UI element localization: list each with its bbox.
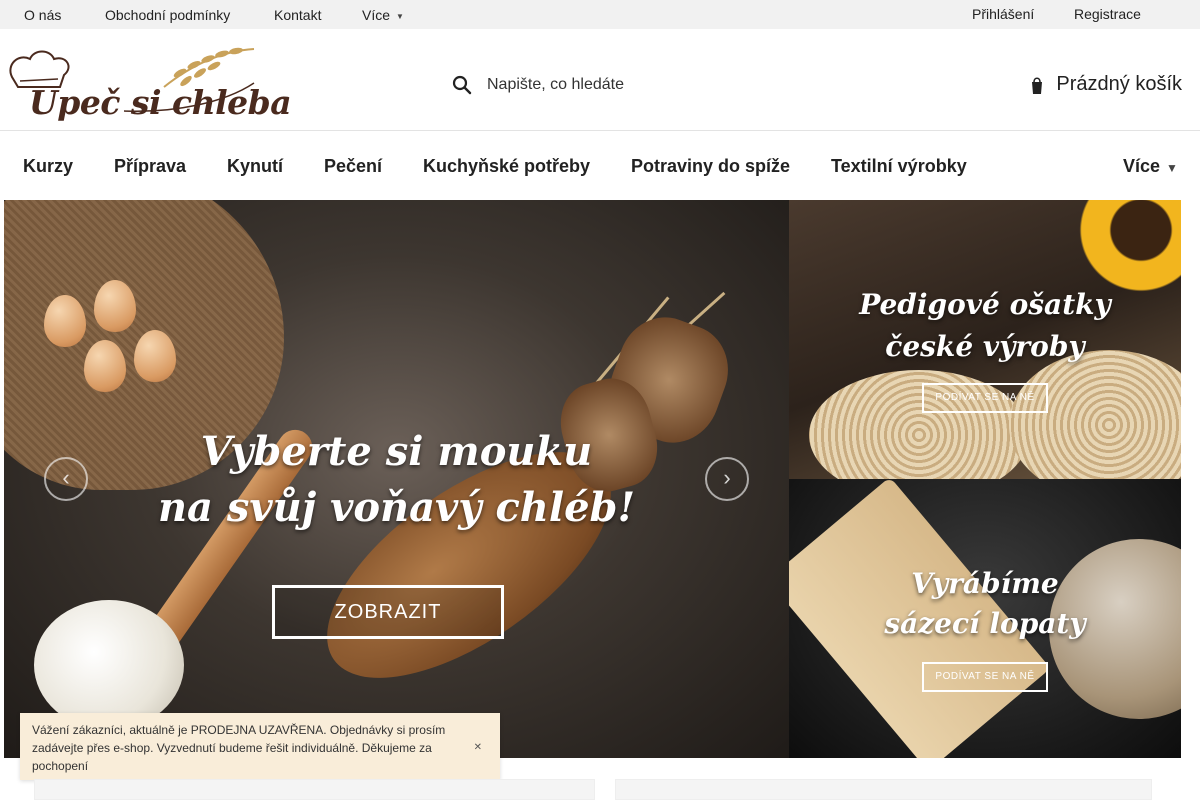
topbar-more-label: Více — [362, 7, 391, 23]
nav-item-peceni[interactable]: Pečení — [324, 156, 382, 177]
basket-image — [1009, 350, 1181, 479]
side-banner-baskets[interactable]: Pedigové ošatky české výroby PODÍVAT SE … — [789, 200, 1181, 479]
nav-item-potraviny[interactable]: Potraviny do spíže — [631, 156, 790, 177]
register-link[interactable]: Registrace — [1074, 6, 1141, 22]
main-nav: Kurzy Příprava Kynutí Pečení Kuchyňské p… — [0, 132, 1200, 200]
chevron-down-icon: ▼ — [1166, 161, 1178, 175]
search-box[interactable] — [452, 69, 812, 105]
nav-item-textilni[interactable]: Textilní výrobky — [831, 156, 967, 177]
nav-item-kuchynske-potreby[interactable]: Kuchyňské potřeby — [423, 156, 590, 177]
side-banner-button[interactable]: PODÍVAT SE NA NĚ — [922, 383, 1048, 413]
topbar-link-contact[interactable]: Kontakt — [274, 7, 321, 23]
search-icon[interactable] — [452, 75, 472, 95]
egg-image — [84, 340, 126, 392]
wheat-icon — [163, 47, 255, 88]
chevron-left-icon[interactable]: ‹ — [44, 457, 88, 501]
side-banner-title-line1: Pedigové ošatky — [859, 288, 1111, 321]
content-card — [34, 779, 595, 800]
cart-link[interactable]: Prázdný košík — [1030, 73, 1182, 96]
nav-item-kynuti[interactable]: Kynutí — [227, 156, 283, 177]
hero-headline-line2: na svůj voňavý chléb! — [157, 484, 636, 531]
nav-item-kurzy[interactable]: Kurzy — [23, 156, 73, 177]
hero-banner[interactable]: Vyberte si mouku na svůj voňavý chléb! Z… — [4, 200, 789, 758]
store-closed-notice: Vážení zákazníci, aktuálně je PRODEJNA U… — [20, 713, 500, 780]
login-link[interactable]: Přihlášení — [972, 6, 1034, 22]
hero-headline-line1: Vyberte si mouku — [200, 428, 593, 475]
topbar-link-terms[interactable]: Obchodní podmínky — [105, 7, 230, 23]
cart-label: Prázdný košík — [1056, 73, 1182, 95]
nav-item-priprava[interactable]: Příprava — [114, 156, 186, 177]
side-banner-title-line2: české výroby — [885, 330, 1085, 363]
side-banner-title-line2: sázecí lopaty — [884, 607, 1086, 640]
side-banner-peels[interactable]: Vyrábíme sázecí lopaty PODÍVAT SE NA NĚ — [789, 479, 1181, 758]
topbar-link-about[interactable]: O nás — [24, 7, 61, 23]
side-banner-button[interactable]: PODÍVAT SE NA NĚ — [922, 662, 1048, 692]
close-icon[interactable]: ✕ — [474, 739, 482, 757]
hero-cta-button[interactable]: ZOBRAZIT — [272, 585, 504, 639]
egg-image — [94, 280, 136, 332]
site-logo[interactable]: Upeč si chleba — [4, 43, 292, 123]
topbar-more-menu[interactable]: Více ▼ — [362, 7, 404, 23]
egg-image — [134, 330, 176, 382]
logo-text: Upeč si chleba — [29, 83, 292, 122]
notice-text: Vážení zákazníci, aktuálně je PRODEJNA U… — [32, 723, 446, 773]
site-header: Upeč si chleba Prázdný košík — [0, 29, 1200, 131]
milk-bottle-image — [34, 600, 184, 730]
side-banner-title-line1: Vyrábíme — [911, 567, 1059, 600]
chevron-down-icon: ▼ — [396, 11, 404, 21]
nav-more-menu[interactable]: Více ▼ — [1123, 156, 1178, 177]
top-bar: O nás Obchodní podmínky Kontakt Více ▼ Př… — [0, 0, 1200, 29]
sunflower-image — [1071, 200, 1181, 300]
nav-more-label: Více — [1123, 156, 1161, 176]
search-input[interactable] — [487, 73, 787, 97]
content-card — [615, 779, 1152, 800]
egg-image — [44, 295, 86, 347]
cart-icon — [1031, 76, 1042, 94]
chevron-right-icon[interactable]: › — [705, 457, 749, 501]
